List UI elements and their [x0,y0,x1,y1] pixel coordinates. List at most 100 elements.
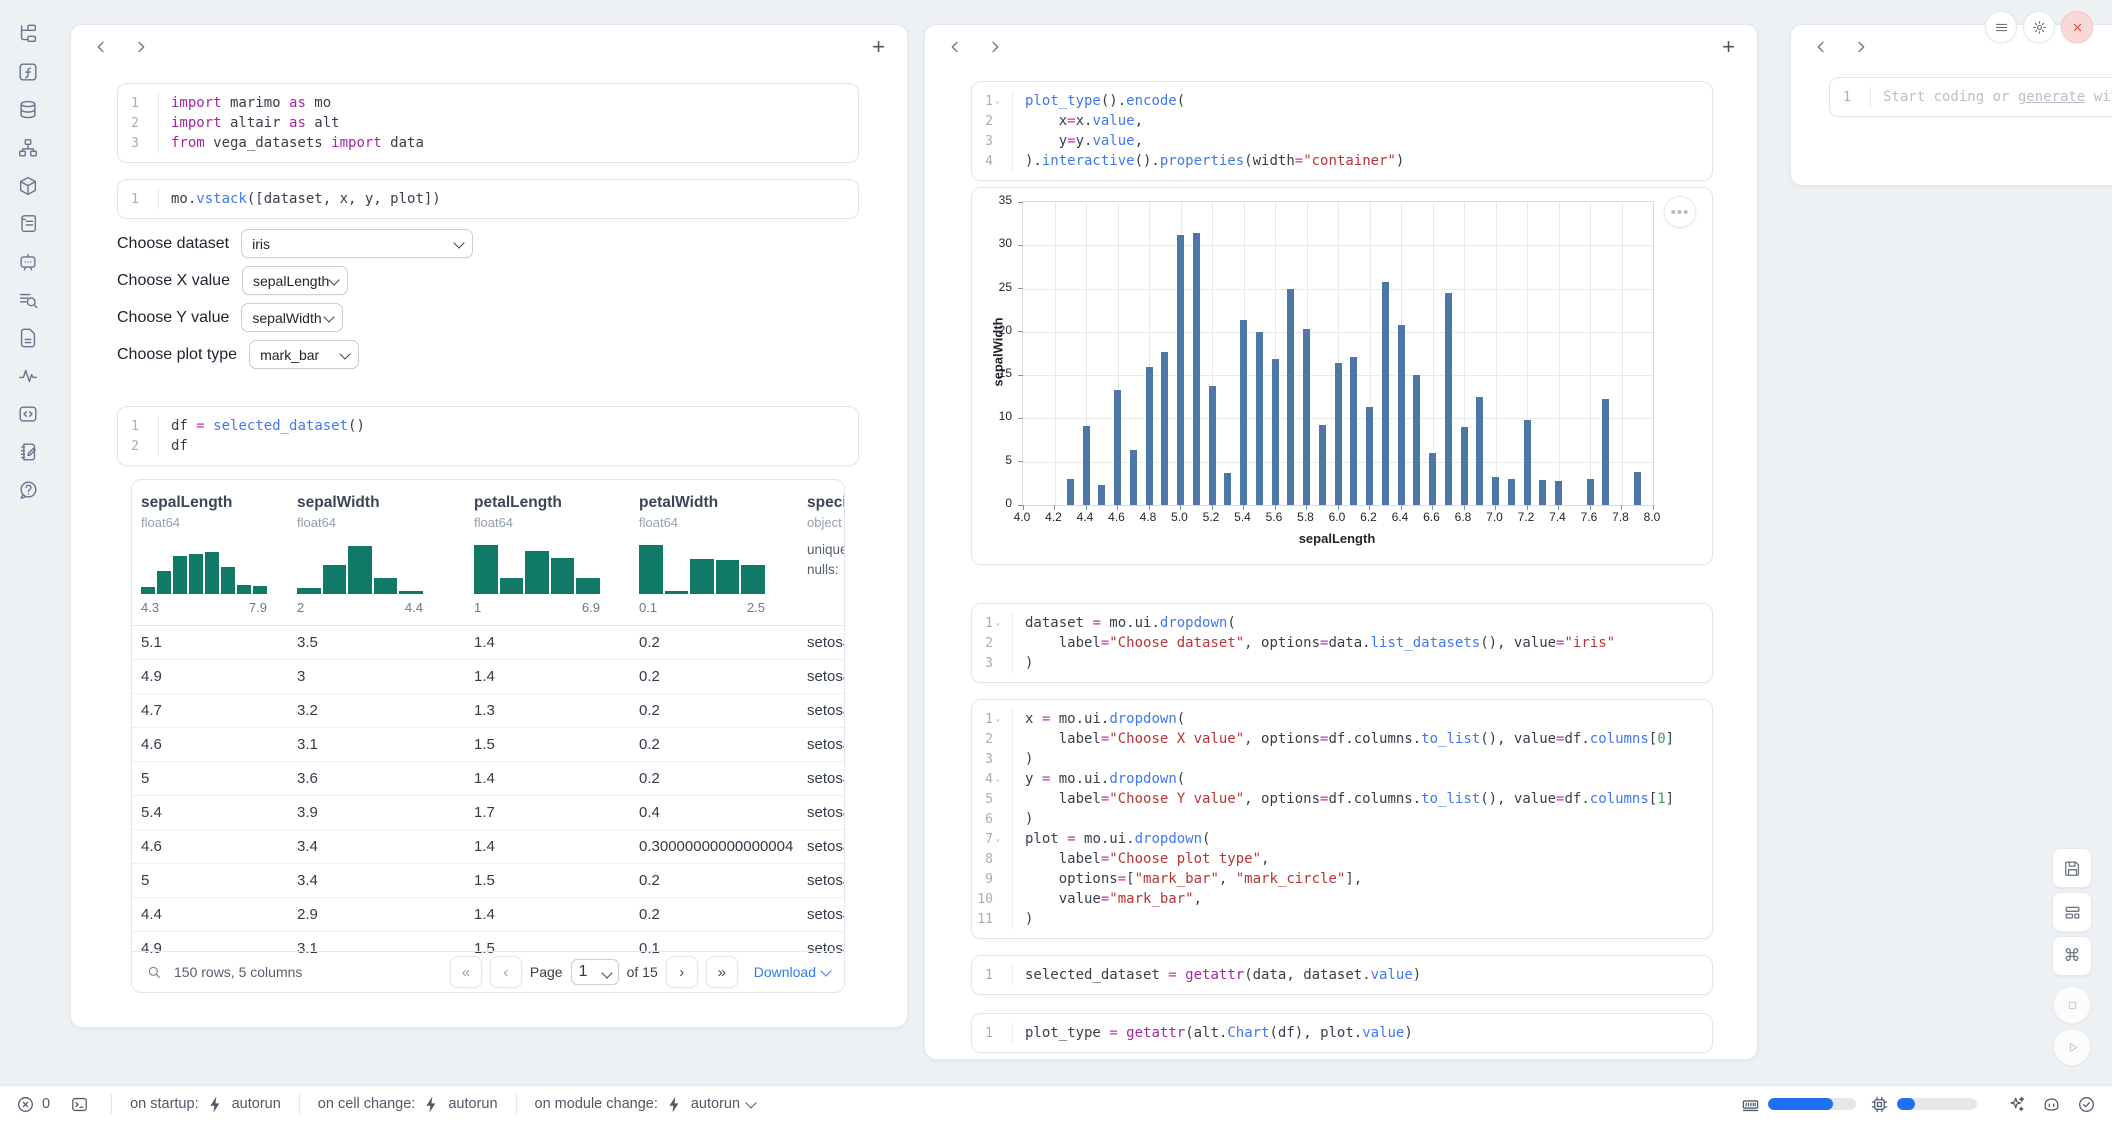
code-text[interactable]: plot_type().encode( [1012,91,1185,111]
chevron-right-icon[interactable] [987,39,1003,55]
database-icon[interactable] [16,98,40,122]
download-button[interactable]: Download [754,964,830,980]
code-text[interactable]: dataset = mo.ui.dropdown( [1012,613,1236,633]
dropdown-select[interactable]: iris [241,229,473,258]
packages-icon[interactable] [16,174,40,198]
code-text[interactable]: plot_type = getattr(alt.Chart(df), plot.… [1012,1023,1413,1043]
column-header[interactable]: petalLengthfloat6416.9 [465,494,630,615]
code-cell-imports[interactable]: 1import marimo as mo2import altair as al… [117,83,859,163]
table-row[interactable]: 4.931.40.2setosa [132,659,844,693]
code-cell-dataset-dropdown[interactable]: 1⌄dataset = mo.ui.dropdown(2 label="Choo… [971,603,1713,683]
table-row[interactable]: 53.41.50.2setosa [132,863,844,897]
menu-button[interactable] [1985,11,2017,43]
dropdown-select[interactable]: sepalLength [242,266,348,295]
chevron-left-icon[interactable] [93,39,109,55]
ai-assistant-button[interactable] [2007,1095,2026,1114]
code-text[interactable]: Start coding or generate with [1870,87,2112,107]
code-text[interactable]: ) [1012,653,1033,673]
code-text[interactable]: ) [1012,809,1033,829]
table-row[interactable]: 5.13.51.40.2setosa [132,626,844,659]
first-page-button[interactable]: « [450,956,482,988]
plot-area[interactable] [1022,201,1654,506]
keyboard-shortcuts-button[interactable]: ⌘ [2052,936,2092,976]
table-row[interactable]: 4.63.11.50.2setosa [132,727,844,761]
dropdown-select[interactable]: mark_bar [249,340,359,369]
table-row[interactable]: 5.43.91.70.4setosa [132,795,844,829]
code-text[interactable]: x=x.value, [1012,111,1143,131]
code-text[interactable]: label="Choose Y value", options=df.colum… [1012,789,1674,809]
column-header[interactable]: speciesobjectunique:nulls: [798,494,845,615]
activity-icon[interactable] [16,364,40,388]
connection-status-button[interactable] [2077,1095,2096,1114]
chart-menu-button[interactable]: ••• [1664,196,1696,228]
code-cell-vstack[interactable]: 1mo.vstack([dataset, x, y, plot]) [117,179,859,219]
column-header[interactable]: petalWidthfloat640.12.5 [630,494,798,615]
table-row[interactable]: 4.63.41.40.30000000000000004setosa [132,829,844,863]
code-text[interactable]: df [158,436,188,456]
dependency-graph-icon[interactable] [16,136,40,160]
file-tree-icon[interactable] [16,22,40,46]
error-counter[interactable]: 0 [16,1095,50,1114]
on-startup-setting[interactable]: on startup: autorun [130,1095,281,1114]
code-text[interactable]: df = selected_dataset() [158,416,365,436]
add-cell-button[interactable]: + [1722,36,1735,58]
settings-button[interactable] [2023,11,2055,43]
code-text[interactable]: y=y.value, [1012,131,1143,151]
code-cell-xy-dropdowns[interactable]: 1⌄x = mo.ui.dropdown(2 label="Choose X v… [971,699,1713,939]
dropdown-select[interactable]: sepalWidth [241,303,343,332]
logs-search-icon[interactable] [16,288,40,312]
layout-button[interactable] [2052,892,2092,932]
functions-icon[interactable] [16,60,40,84]
chevron-right-icon[interactable] [1853,39,1869,55]
chevron-right-icon[interactable] [133,39,149,55]
column-header[interactable]: sepalLengthfloat644.37.9 [132,494,288,615]
code-text[interactable]: from vega_datasets import data [158,133,424,153]
table-row[interactable]: 4.42.91.40.2setosa [132,897,844,931]
save-button[interactable] [2052,848,2092,888]
code-text[interactable]: label="Choose dataset", options=data.lis… [1012,633,1615,653]
code-text[interactable]: x = mo.ui.dropdown( [1012,709,1185,729]
help-icon[interactable] [16,478,40,502]
chevron-left-icon[interactable] [947,39,963,55]
notepad-icon[interactable] [16,440,40,464]
code-text[interactable]: ) [1012,909,1033,929]
run-button[interactable] [2053,1028,2091,1066]
terminal-button[interactable] [70,1095,89,1114]
on-cell-change-setting[interactable]: on cell change: autorun [318,1095,498,1114]
search-icon[interactable] [146,964,162,980]
add-cell-button[interactable]: + [872,36,885,58]
page-select[interactable]: 1 [571,959,619,985]
previous-page-button[interactable]: ‹ [490,956,522,988]
last-page-button[interactable]: » [706,956,738,988]
code-text[interactable]: ) [1012,749,1033,769]
code-text[interactable]: options=["mark_bar", "mark_circle"], [1012,869,1362,889]
code-text[interactable]: y = mo.ui.dropdown( [1012,769,1185,789]
snippets-icon[interactable] [16,402,40,426]
code-text[interactable]: plot = mo.ui.dropdown( [1012,829,1210,849]
stop-button[interactable] [2053,986,2091,1024]
code-cell-df[interactable]: 1df = selected_dataset()2df [117,406,859,466]
code-cell-plot-type[interactable]: 1plot_type = getattr(alt.Chart(df), plot… [971,1013,1713,1053]
next-page-button[interactable]: › [666,956,698,988]
code-text[interactable]: import altair as alt [158,113,340,133]
table-row[interactable]: 4.73.21.30.2setosa [132,693,844,727]
column-header[interactable]: sepalWidthfloat6424.4 [288,494,465,615]
on-module-change-setting[interactable]: on module change: autorun [535,1095,756,1114]
code-cell-empty[interactable]: 1Start coding or generate with [1829,77,2112,117]
close-button[interactable] [2061,11,2093,43]
code-text[interactable]: label="Choose plot type", [1012,849,1269,869]
code-cell-plot[interactable]: 1⌄plot_type().encode(2 x=x.value,3 y=y.v… [971,81,1713,181]
chevron-left-icon[interactable] [1813,39,1829,55]
code-text[interactable]: label="Choose X value", options=df.colum… [1012,729,1674,749]
chat-icon[interactable] [16,250,40,274]
code-text[interactable]: ).interactive().properties(width="contai… [1012,151,1404,171]
document-icon[interactable] [16,326,40,350]
code-text[interactable]: value="mark_bar", [1012,889,1202,909]
scroll-icon[interactable] [16,212,40,236]
code-text[interactable]: import marimo as mo [158,93,331,113]
table-row[interactable]: 53.61.40.2setosa [132,761,844,795]
code-text[interactable]: selected_dataset = getattr(data, dataset… [1012,965,1421,985]
code-text[interactable]: mo.vstack([dataset, x, y, plot]) [158,189,441,209]
copilot-button[interactable] [2042,1095,2061,1114]
code-cell-selected-dataset[interactable]: 1selected_dataset = getattr(data, datase… [971,955,1713,995]
